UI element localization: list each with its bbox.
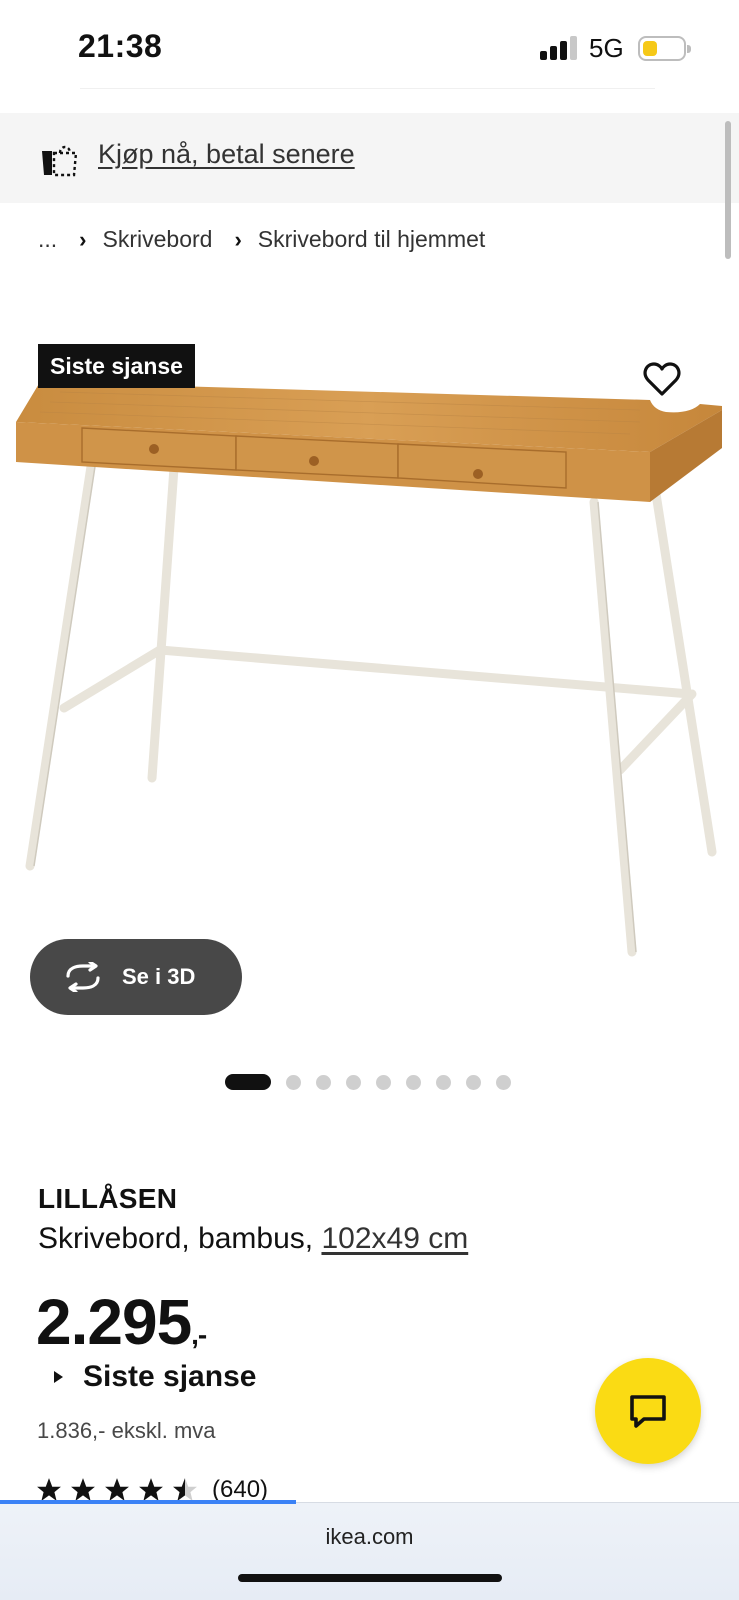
chat-button[interactable]	[595, 1358, 701, 1464]
address-bar[interactable]: ikea.com	[0, 1524, 739, 1550]
breadcrumb-item-home-desks[interactable]: Skrivebord til hjemmet	[258, 226, 486, 253]
breadcrumb: ... › Skrivebord › Skrivebord til hjemme…	[38, 226, 485, 253]
carousel-dot[interactable]	[376, 1074, 391, 1090]
view-3d-label: Se i 3D	[122, 964, 196, 989]
network-label: 5G	[589, 33, 624, 63]
chevron-right-icon: ›	[234, 226, 242, 252]
bnpl-icon	[42, 145, 78, 177]
chevron-right-icon: ›	[79, 226, 87, 252]
carousel-dots[interactable]	[225, 1074, 526, 1090]
carousel-dot[interactable]	[496, 1074, 511, 1090]
status-bar: 21:38 5G	[0, 0, 739, 100]
product-size-link[interactable]: 102x49 cm	[321, 1222, 468, 1255]
divider	[80, 88, 655, 89]
chat-icon	[630, 1395, 666, 1428]
product-description: Skrivebord, bambus, 102x49 cm	[38, 1222, 468, 1256]
last-chance-label: Siste sjanse	[83, 1360, 257, 1393]
product-type: Skrivebord, bambus,	[38, 1222, 322, 1255]
price-suffix: ,-	[191, 1319, 207, 1350]
product-name: LILLÅSEN	[38, 1183, 178, 1214]
last-chance-toggle[interactable]: Siste sjanse	[54, 1360, 256, 1394]
caret-right-icon	[54, 1371, 63, 1383]
carousel-dot[interactable]	[466, 1074, 481, 1090]
price-value: 2.295	[36, 1286, 192, 1358]
rotate-icon	[66, 962, 100, 992]
bnpl-link[interactable]: Kjøp nå, betal senere	[98, 139, 355, 170]
heart-icon[interactable]	[642, 360, 682, 400]
page-load-progress	[0, 1500, 296, 1504]
price-excl-vat: 1.836,- ekskl. mva	[37, 1418, 216, 1443]
battery-icon	[638, 36, 691, 61]
carousel-dot[interactable]	[346, 1074, 361, 1090]
promo-bar[interactable]: Kjøp nå, betal senere	[0, 113, 739, 203]
last-chance-badge: Siste sjanse	[38, 344, 195, 388]
carousel-dot[interactable]	[316, 1074, 331, 1090]
view-3d-button[interactable]: Se i 3D	[30, 939, 242, 1015]
carousel-dot[interactable]	[406, 1074, 421, 1090]
home-indicator[interactable]	[238, 1574, 502, 1582]
scrollbar[interactable]	[725, 121, 731, 259]
browser-bar	[0, 1502, 739, 1600]
carousel-dot[interactable]	[286, 1074, 301, 1090]
signal-icon	[540, 36, 578, 60]
status-time: 21:38	[78, 28, 163, 64]
product-price: 2.295,-	[36, 1285, 207, 1359]
carousel-dot[interactable]	[436, 1074, 451, 1090]
breadcrumb-item-desks[interactable]: Skrivebord	[103, 226, 213, 253]
breadcrumb-ellipsis[interactable]: ...	[38, 226, 57, 253]
carousel-dot[interactable]	[225, 1074, 271, 1090]
